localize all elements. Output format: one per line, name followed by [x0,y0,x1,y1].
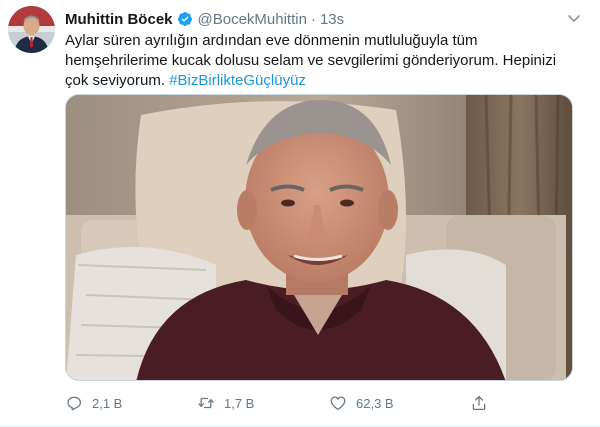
user-handle[interactable]: @BocekMuhittin [198,11,307,28]
tweet-card[interactable]: Muhittin Böcek @BocekMuhittin · 13s Ayla… [0,0,600,427]
tweet-text: Aylar süren ayrılığın ardından eve dönme… [65,31,565,90]
heart-icon [330,396,346,411]
separator-dot: · [310,10,316,28]
reply-button[interactable]: 2,1 B [65,392,122,414]
reply-count: 2,1 B [92,395,123,411]
tweet-header: Muhittin Böcek @BocekMuhittin · 13s [65,9,344,29]
chevron-down-icon[interactable] [566,10,582,26]
tweet-text-segment: çok seviyorum. [65,71,166,89]
tweet-text-line: hemşehrilerime kucak dolusu selam ve sev… [65,51,557,69]
timestamp[interactable]: 13s [320,11,344,28]
tweet-text-line: Aylar süren ayrılığın ardından eve dönme… [65,32,478,49]
tweet-text-line-3: çok seviyorum. #BizBirlikteGüçlüyüz [65,71,565,91]
avatar-image [8,6,55,53]
retweet-count: 1,7 B [224,395,255,411]
like-count: 62,3 B [356,395,394,411]
share-icon [472,395,486,411]
tweet-actions: 2,1 B 1,7 B 62,3 B [65,392,565,414]
avatar[interactable] [8,6,55,53]
hashtag-link[interactable]: #BizBirlikteGüçlüyüz [169,72,306,89]
verified-badge-icon [177,11,193,27]
share-button[interactable] [470,392,497,414]
retweet-icon [198,397,214,409]
reply-icon [67,396,82,411]
retweet-button[interactable]: 1,7 B [197,392,254,414]
photo-image [66,95,572,380]
like-button[interactable]: 62,3 B [329,392,394,414]
tweet-photo[interactable] [65,94,573,381]
user-name[interactable]: Muhittin Böcek [65,11,173,28]
